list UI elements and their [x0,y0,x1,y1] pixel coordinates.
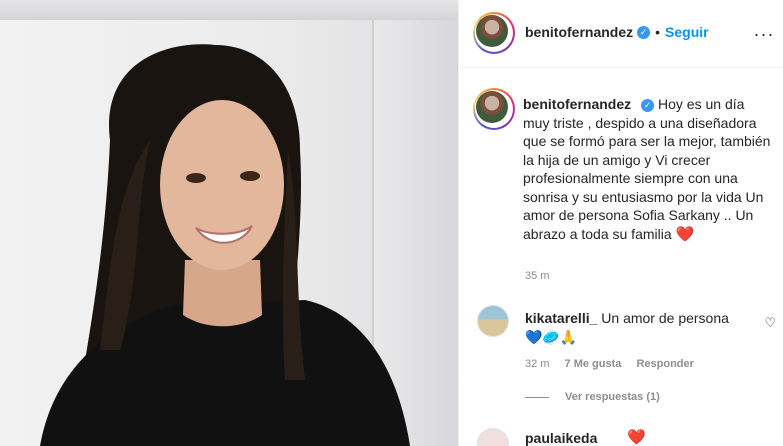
author-avatar[interactable] [473,12,515,54]
view-replies-button[interactable]: Ver respuestas (1) [525,391,660,403]
comment-item-2: paulaikeda ❤️ [477,428,782,446]
reply-button[interactable]: Responder [636,358,693,370]
caption-timestamp[interactable]: 35 m [525,270,549,282]
caption-username[interactable]: benitofernandez [523,96,631,112]
comment-text: Un amor de persona [601,310,729,326]
portrait-figure [40,44,410,446]
caption-heart-emoji: ❤️ [675,225,695,243]
follow-button[interactable]: Seguir [665,24,709,40]
comment-like-heart-icon[interactable]: ♡ [764,315,776,331]
separator-dot: • [655,24,661,40]
replies-divider-line [525,396,549,398]
more-options-icon[interactable]: ··· [752,22,776,46]
author-avatar-image [476,15,508,47]
post-header: benitofernandez ✓ • Seguir ··· [459,0,783,68]
commenter-2-avatar[interactable] [477,428,509,446]
commenter-2-username[interactable]: paulaikeda [525,430,597,446]
comment-timestamp[interactable]: 32 m [525,358,549,370]
post-photo[interactable] [0,0,458,446]
caption-text: Hoy es un día muy triste , despido a una… [523,96,771,242]
header-author-line: benitofernandez ✓ • Seguir [525,24,709,42]
comment-likes-count[interactable]: 7 Me gusta [565,358,622,370]
commenter-avatar[interactable] [477,305,509,337]
caption-verified-badge-icon: ✓ [641,98,655,112]
view-replies-label: Ver respuestas (1) [565,391,660,403]
header-username[interactable]: benitofernandez [525,24,633,40]
caption-avatar-image [476,91,508,123]
commenter-username[interactable]: kikatarelli_ [525,310,597,326]
post-side-panel: benitofernandez ✓ • Seguir ··· benitofernan… [458,0,783,446]
verified-badge-icon: ✓ [637,26,651,40]
comment-meta: 32 m 7 Me gusta Responder [525,358,706,370]
comment-2-heart-emoji: ❤️ [627,429,646,446]
comment-body: kikatarelli_ Un amor de persona 💙🥏🙏 [525,309,755,346]
comment-emojis: 💙🥏🙏 [525,328,578,345]
post-caption: benitofernandez ✓ Hoy es un día muy trist… [523,95,773,244]
caption-author-avatar[interactable] [473,88,515,130]
